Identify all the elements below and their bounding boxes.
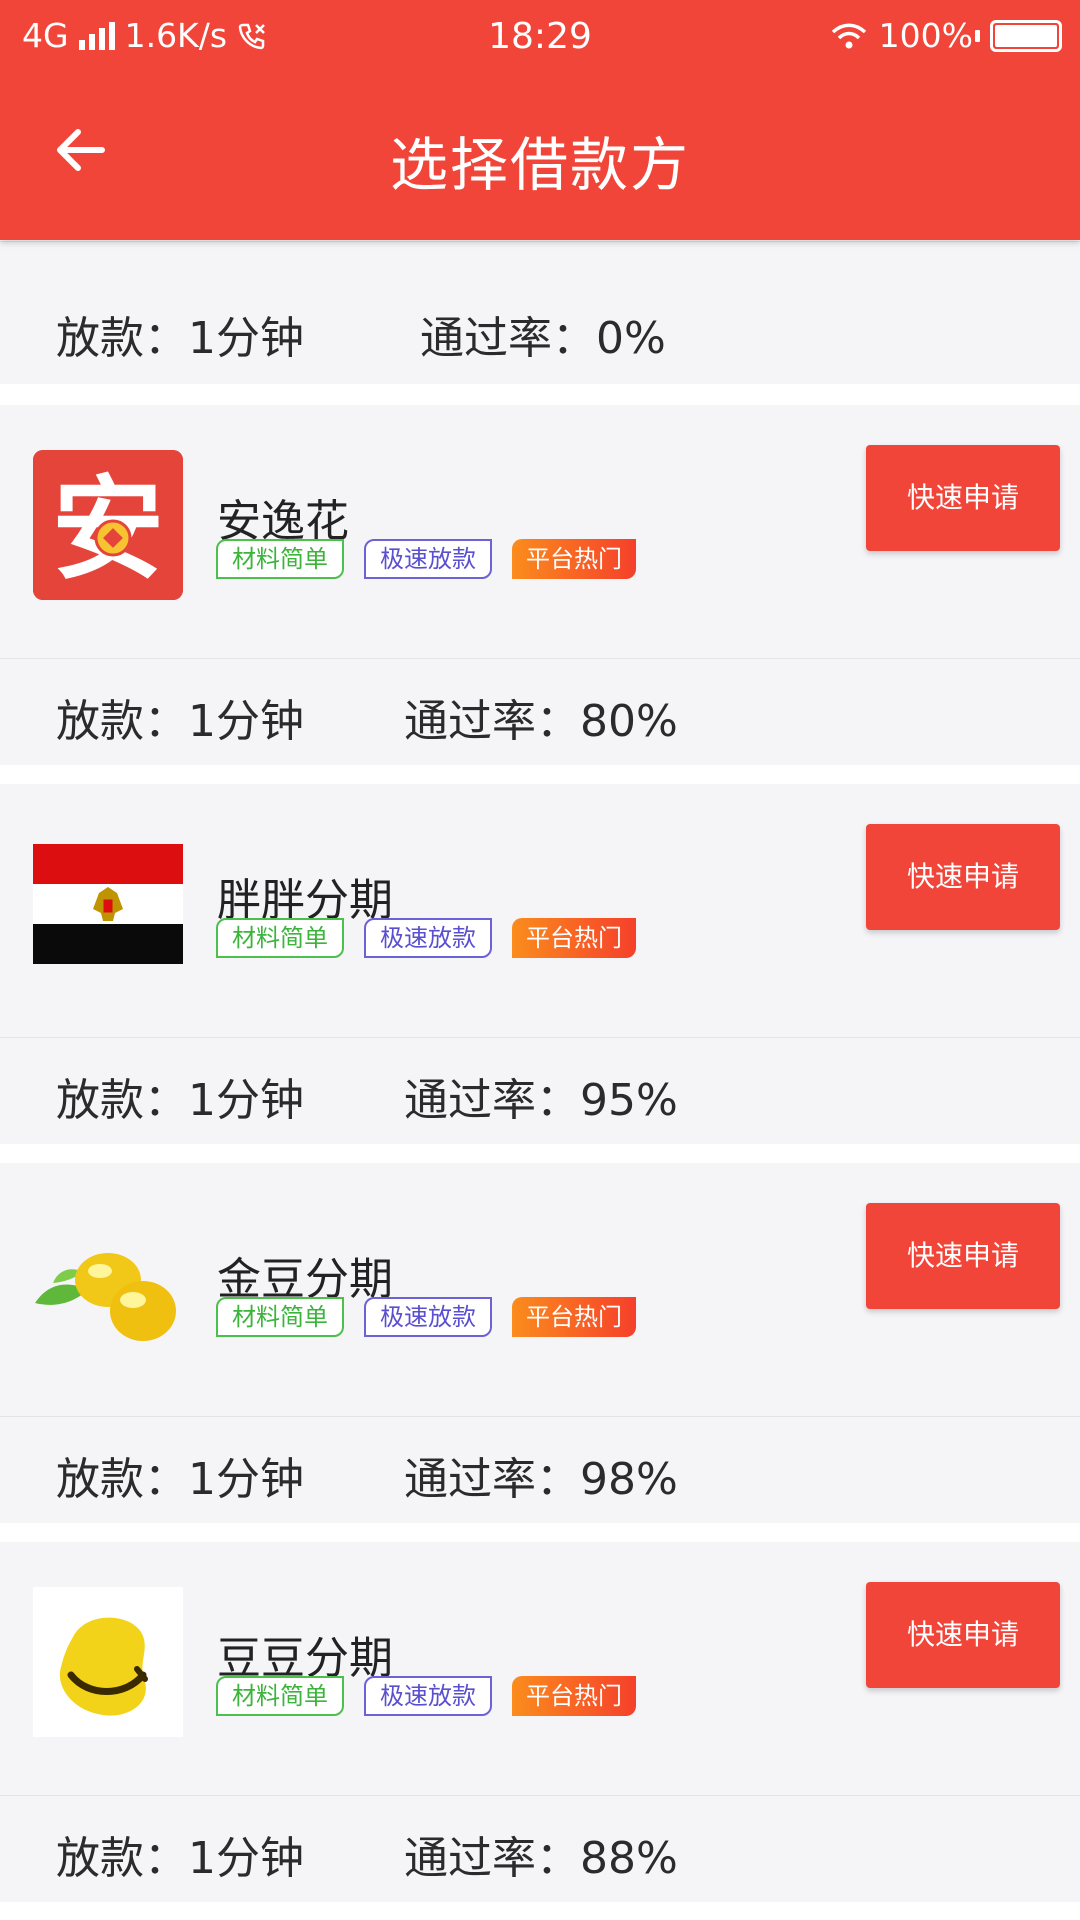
loan-label: 放款：: [56, 1833, 188, 1884]
tag-simple-materials: 材料简单: [216, 1676, 344, 1716]
an-logo-icon: 安: [33, 450, 183, 600]
loan-info-strip: 放款：1分钟 通过率：95%: [0, 1037, 1080, 1144]
pass-rate: 80%: [580, 696, 678, 747]
tag-simple-materials: 材料简单: [216, 918, 344, 958]
product-card: 金豆分期 材料简单 极速放款 平台热门 快速申请: [0, 1163, 1080, 1416]
golden-beans-logo-icon: [33, 1208, 183, 1358]
loan-time: 1分钟: [188, 1075, 304, 1126]
tag-hot-platform: 平台热门: [512, 539, 636, 579]
loan-time: 1分钟: [188, 1833, 304, 1884]
smiling-bean-logo-icon: [33, 1587, 183, 1737]
pass-rate-label: 通过率：: [404, 1833, 580, 1884]
loan-info-strip: 放款：1分钟 通过率：88%: [0, 1795, 1080, 1902]
loan-label: 放款：: [56, 1075, 188, 1126]
tag-simple-materials: 材料简单: [216, 1297, 344, 1337]
app-header: 4G 1.6K/s 18:29 100% 选择借款方: [0, 0, 1080, 240]
wifi-icon: [831, 23, 866, 48]
battery-percent: 100%: [878, 16, 973, 55]
pass-rate: 88%: [580, 1833, 678, 1884]
tag-fast-loan: 极速放款: [364, 1676, 492, 1716]
tag-list: 材料简单 极速放款 平台热门: [216, 1297, 636, 1337]
tag-hot-platform: 平台热门: [512, 1297, 636, 1337]
loan-time: 1分钟: [188, 1454, 304, 1505]
loan-info-strip: 放款：1分钟 通过率：80%: [0, 658, 1080, 765]
loan-label: 放款：: [56, 696, 188, 747]
quick-apply-button[interactable]: 快速申请: [866, 824, 1060, 930]
product-card: 胖胖分期 材料简单 极速放款 平台热门 快速申请: [0, 784, 1080, 1037]
product-card: 安 安逸花 材料简单 极速放款 平台热门 快速申请: [0, 405, 1080, 658]
pass-rate-label: 通过率：: [404, 696, 580, 747]
page-title: 选择借款方: [389, 131, 690, 199]
loan-label: 放款：: [56, 313, 188, 364]
battery-icon: [990, 19, 1062, 52]
tag-list: 材料简单 极速放款 平台热门: [216, 1676, 636, 1716]
battery-tip: [975, 29, 980, 42]
quick-apply-button[interactable]: 快速申请: [866, 445, 1060, 551]
tag-hot-platform: 平台热门: [512, 918, 636, 958]
pass-rate: 0%: [596, 313, 666, 364]
tag-fast-loan: 极速放款: [364, 918, 492, 958]
pass-rate: 95%: [580, 1075, 678, 1126]
tag-list: 材料简单 极速放款 平台热门: [216, 539, 636, 579]
status-bar: 4G 1.6K/s 18:29 100%: [0, 0, 1080, 76]
quick-apply-button[interactable]: 快速申请: [866, 1582, 1060, 1688]
product-card: 豆豆分期 材料简单 极速放款 平台热门 快速申请: [0, 1542, 1080, 1795]
tag-fast-loan: 极速放款: [364, 1297, 492, 1337]
loan-time: 1分钟: [188, 313, 304, 364]
pass-rate: 98%: [580, 1454, 678, 1505]
tag-simple-materials: 材料简单: [216, 539, 344, 579]
pass-rate-label: 通过率：: [420, 313, 596, 364]
tag-list: 材料简单 极速放款 平台热门: [216, 918, 636, 958]
loan-info-strip: 放款：1分钟 通过率：0%: [0, 241, 1080, 384]
tag-hot-platform: 平台热门: [512, 1676, 636, 1716]
loan-info-strip: 放款：1分钟 通过率：98%: [0, 1416, 1080, 1523]
pass-rate-label: 通过率：: [404, 1454, 580, 1505]
loan-label: 放款：: [56, 1454, 188, 1505]
pass-rate-label: 通过率：: [404, 1075, 580, 1126]
egypt-flag-logo-icon: [33, 829, 183, 979]
loan-time: 1分钟: [188, 696, 304, 747]
tag-fast-loan: 极速放款: [364, 539, 492, 579]
quick-apply-button[interactable]: 快速申请: [866, 1203, 1060, 1309]
